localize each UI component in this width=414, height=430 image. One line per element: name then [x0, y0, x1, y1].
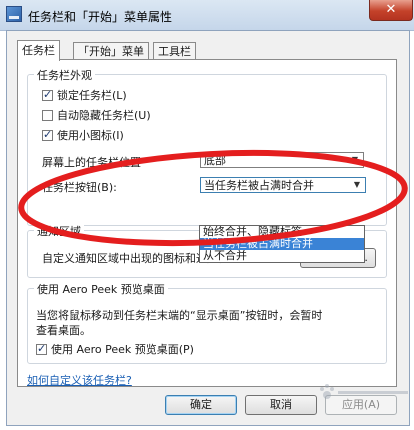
tab-start-menu[interactable]: 「开始」菜单 — [73, 42, 149, 60]
appearance-legend: 任务栏外观 — [34, 67, 95, 83]
aero-peek-option[interactable]: 使用 Aero Peek 预览桌面(P) — [36, 341, 194, 358]
taskbar-buttons-select-value: 当任务栏被占满时合并 — [204, 179, 314, 192]
position-select-value: 底部 — [204, 154, 226, 167]
small-icons-label: 使用小图标(I) — [57, 129, 124, 142]
cancel-button[interactable]: 取消 — [245, 395, 317, 415]
taskbar-buttons-dropdown-list: 始终合并、隐藏标签 当任务栏被占满时合并 从不合并 — [199, 225, 365, 263]
title-bar: 任务栏和「开始」菜单属性 ✕ — [0, 0, 414, 31]
aero-peek-checkbox[interactable] — [36, 341, 47, 357]
position-select[interactable]: 底部 ▼ — [200, 152, 364, 168]
notification-legend: 通知区域 — [34, 223, 84, 239]
dropdown-option-always-combine[interactable]: 始终合并、隐藏标签 — [200, 226, 364, 238]
auto-hide-label: 自动隐藏任务栏(U) — [57, 109, 151, 122]
chevron-down-icon: ▼ — [351, 155, 359, 164]
taskbar-app-icon — [6, 6, 22, 22]
lock-taskbar-label: 锁定任务栏(L) — [57, 89, 127, 102]
position-label: 屏幕上的任务栏位置 — [42, 156, 141, 169]
lock-taskbar-checkbox[interactable] — [42, 87, 53, 103]
aero-peek-description-line1: 当您将鼠标移动到任务栏末端的“显示桌面”按钮时，会暂时 — [36, 309, 323, 322]
dialog-client-area: 任务栏 「开始」菜单 工具栏 任务栏外观 锁定任务栏(L) 自动隐藏任务栏(U)… — [6, 30, 410, 426]
taskbar-buttons-select[interactable]: 当任务栏被占满时合并 ▼ — [200, 177, 366, 193]
aero-peek-description-line2: 查看桌面。 — [36, 324, 91, 337]
aero-peek-legend: 使用 Aero Peek 预览桌面 — [34, 281, 168, 297]
lock-taskbar-option[interactable]: 锁定任务栏(L) — [42, 87, 127, 104]
watermark-logo — [320, 384, 408, 399]
customize-taskbar-help-link[interactable]: 如何自定义该任务栏? — [27, 372, 132, 388]
auto-hide-checkbox[interactable] — [42, 110, 53, 121]
auto-hide-option[interactable]: 自动隐藏任务栏(U) — [42, 108, 151, 124]
aero-peek-label: 使用 Aero Peek 预览桌面(P) — [51, 343, 194, 356]
tab-panel-taskbar: 任务栏外观 锁定任务栏(L) 自动隐藏任务栏(U) 使用小图标(I) 屏幕上的任… — [17, 59, 397, 387]
small-icons-option[interactable]: 使用小图标(I) — [42, 127, 124, 144]
tab-toolbars[interactable]: 工具栏 — [153, 42, 196, 60]
tab-taskbar[interactable]: 任务栏 — [17, 40, 60, 61]
ok-button[interactable]: 确定 — [165, 395, 237, 415]
taskbar-buttons-label: 任务栏按钮(B): — [42, 181, 117, 194]
close-button[interactable]: ✕ — [369, 0, 413, 21]
small-icons-checkbox[interactable] — [42, 127, 53, 143]
taskbar-properties-dialog: 任务栏和「开始」菜单属性 ✕ 任务栏 「开始」菜单 工具栏 任务栏外观 锁定任务… — [0, 0, 414, 430]
chevron-down-icon: ▼ — [353, 180, 361, 189]
dropdown-option-combine-when-full[interactable]: 当任务栏被占满时合并 — [200, 238, 364, 250]
window-title: 任务栏和「开始」菜单属性 — [28, 10, 173, 24]
dropdown-option-never-combine[interactable]: 从不合并 — [200, 250, 364, 262]
